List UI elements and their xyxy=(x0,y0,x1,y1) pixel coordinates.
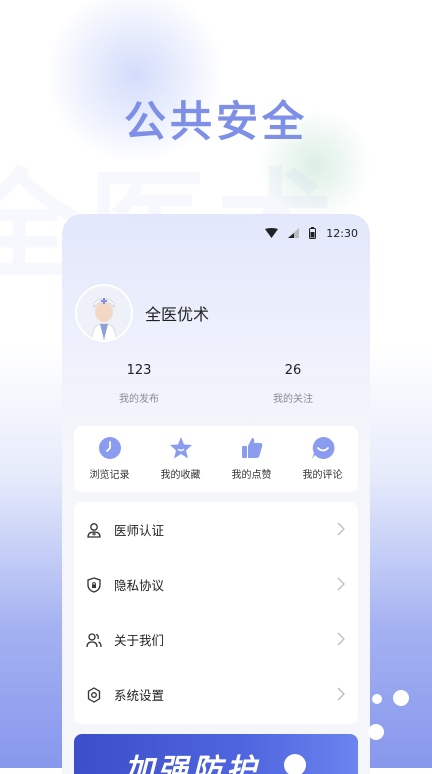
chevron-right-icon xyxy=(337,522,345,536)
stat-following[interactable]: 26 我的关注 xyxy=(248,363,338,405)
users-icon xyxy=(86,632,102,647)
menu-item-label: 系统设置 xyxy=(114,688,165,703)
status-bar: 12:30 xyxy=(265,226,358,240)
menu-item-privacy-policy[interactable]: 隐私协议 xyxy=(74,557,358,612)
promo-banner-text: 加强防护 xyxy=(124,753,260,774)
quick-actions: 浏览记录 我的收藏 我的点赞 我的评论 xyxy=(74,426,358,492)
menu-item-label: 医师认证 xyxy=(114,523,165,538)
chevron-right-icon xyxy=(337,577,345,591)
menu-item-about-us[interactable]: 关于我们 xyxy=(74,612,358,667)
quick-action-history[interactable]: 浏览记录 xyxy=(74,426,145,492)
star-icon xyxy=(169,437,192,459)
quick-action-label: 我的收藏 xyxy=(160,470,201,481)
promo-banner[interactable]: 加强防护 xyxy=(74,734,358,774)
battery-icon xyxy=(309,227,317,239)
hero-title: 公共安全 xyxy=(123,97,308,146)
signal-icon xyxy=(288,228,300,238)
user-nickname: 全医优术 xyxy=(145,305,210,324)
wifi-icon xyxy=(265,228,279,238)
avatar[interactable] xyxy=(75,284,133,342)
stat-posts[interactable]: 123 我的发布 xyxy=(94,363,184,405)
menu-item-label: 隐私协议 xyxy=(114,578,165,593)
doctor-badge-icon xyxy=(87,522,101,538)
stat-following-label: 我的关注 xyxy=(273,394,313,405)
menu-item-system-settings[interactable]: 系统设置 xyxy=(74,667,358,722)
quick-action-likes[interactable]: 我的点赞 xyxy=(216,426,287,492)
stat-following-value: 26 xyxy=(284,363,302,378)
shield-lock-icon xyxy=(87,576,101,593)
menu-item-doctor-certification[interactable]: 医师认证 xyxy=(74,502,358,557)
stat-posts-value: 123 xyxy=(126,363,152,378)
quick-action-label: 我的评论 xyxy=(302,470,343,481)
quick-action-label: 我的点赞 xyxy=(231,470,272,481)
chevron-right-icon xyxy=(337,632,345,646)
thumbs-up-icon xyxy=(241,438,262,458)
gear-icon xyxy=(87,686,101,703)
decor-dot xyxy=(372,694,382,704)
doctor-avatar-icon xyxy=(77,286,131,340)
settings-menu: 医师认证 隐私协议 关于我们 系统设置 xyxy=(74,502,358,724)
status-time: 12:30 xyxy=(326,226,358,240)
comment-smile-icon xyxy=(311,436,334,459)
quick-action-favorites[interactable]: 我的收藏 xyxy=(145,426,216,492)
stat-posts-label: 我的发布 xyxy=(119,394,159,405)
menu-item-label: 关于我们 xyxy=(114,633,165,648)
quick-action-comments[interactable]: 我的评论 xyxy=(287,426,358,492)
chevron-right-icon xyxy=(337,687,345,701)
promo-badge-icon xyxy=(284,754,306,774)
decor-dot xyxy=(393,690,409,706)
clock-icon xyxy=(98,437,121,459)
quick-action-label: 浏览记录 xyxy=(89,470,130,481)
phone-mockup: 12:30 全医优术 123 我的发布 26 我的关注 浏览记录 我的收藏 我的… xyxy=(62,214,370,774)
decor-dot xyxy=(368,724,384,740)
